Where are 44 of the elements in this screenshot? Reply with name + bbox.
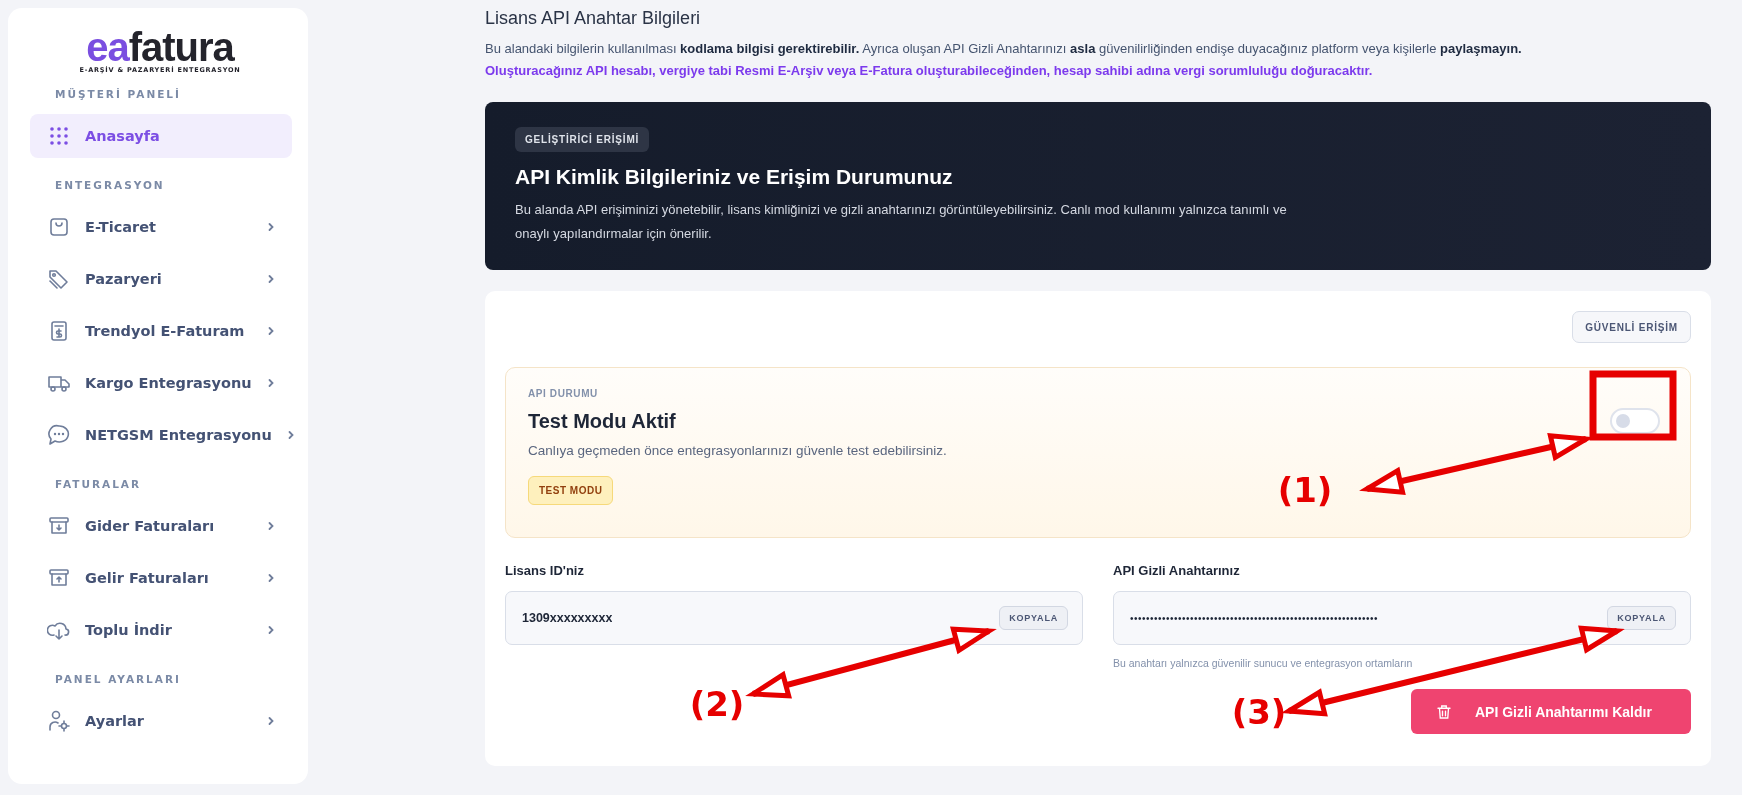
user-gear-icon bbox=[47, 709, 71, 733]
annotation-label: (2) bbox=[689, 684, 745, 724]
sidebar-item[interactable]: Trendyol E-Faturam bbox=[30, 309, 292, 353]
section-title: ENTEGRASYON bbox=[54, 179, 166, 191]
copy-button[interactable]: KOPYALA bbox=[1607, 606, 1676, 630]
chat-icon bbox=[47, 423, 71, 447]
secret-key-field[interactable]: •••••••••••••••••••••••••••••••••••••••••••••••••••••••••••••• KOPYALA bbox=[1113, 591, 1691, 645]
test-mode-badge: TEST MODU bbox=[528, 476, 614, 505]
field-hint: Bu anahtarı yalnızca güvenilir sunucu ve entegrasyon ortamların bbox=[1113, 657, 1414, 669]
sidebar-item[interactable]: Kargo Entegrasyonu bbox=[30, 361, 292, 405]
hero-description: Bu alanda API erişiminizi yönetebilir, lisans kimliğinizi ve gizli anahtarınızı görüntüleyebilirsiniz. Canlı mod kullanımı yalnızca tanımlı ve onaylı yapılandırmalar için önerilir. bbox=[515, 201, 1288, 243]
annotation-label: (1) bbox=[1277, 470, 1333, 510]
developer-badge: GELİŞTİRİCİ ERİŞİMİ bbox=[515, 127, 650, 152]
status-title: Test Modu Aktif bbox=[528, 410, 677, 433]
remove-key-button[interactable]: API Gizli Anahtarımı Kaldır bbox=[1411, 689, 1691, 734]
sidebar-item[interactable]: NETGSM Entegrasyonu bbox=[30, 413, 292, 457]
hero-title: API Kimlik Bilgileriniz ve Erişim Durumunuz bbox=[515, 165, 954, 189]
mode-toggle[interactable] bbox=[1610, 408, 1660, 434]
annotation-label: (3) bbox=[1231, 692, 1287, 732]
field-label: API Gizli Anahtarınız bbox=[1113, 563, 1241, 578]
license-id-field[interactable]: 1309xxxxxxxxx KOPYALA bbox=[505, 591, 1083, 645]
field-label: Lisans ID'niz bbox=[505, 563, 585, 578]
tag-icon bbox=[47, 267, 71, 291]
sidebar-item[interactable]: Pazaryeri bbox=[30, 257, 292, 301]
sidebar-item[interactable]: Toplu İndir bbox=[30, 608, 292, 652]
sidebar-item[interactable]: Ayarlar bbox=[30, 699, 292, 743]
copy-button[interactable]: KOPYALA bbox=[999, 606, 1068, 630]
section-title: FATURALAR bbox=[54, 478, 143, 490]
sidebar-item[interactable]: Gider Faturaları bbox=[30, 504, 292, 548]
section-title: PANEL AYARLARI bbox=[54, 673, 182, 685]
bag-icon bbox=[47, 215, 71, 239]
trash-icon bbox=[1435, 702, 1453, 721]
section-title: MÜŞTERİ PANELİ bbox=[54, 88, 182, 100]
warning-text: Oluşturacağınız API hesabı, vergiye tabi Resmi E-Arşiv veya E-Fatura oluşturabileceğinden, hesap sahibi adına vergi sorumluluğu doğuracaktır. bbox=[485, 62, 1374, 80]
intro-text: Bu alandaki bilgilerin kullanılması kodlama bilgisi gerektirebilir. Ayrıca oluşan API Gizli Anahtarınızı asla güvenilirliğinden endişe duyacağınız platform veya kişilerle paylaşmayın. bbox=[485, 40, 1523, 58]
grid-icon bbox=[47, 124, 71, 148]
status-description: Canlıya geçmeden önce entegrasyonlarınızı güvenle test edebilirsiniz. bbox=[528, 443, 947, 458]
sidebar-item[interactable]: Gelir Faturaları bbox=[30, 556, 292, 600]
page-title: Lisans API Anahtar Bilgileri bbox=[485, 8, 702, 29]
logo-wordmark: eafatura bbox=[86, 30, 234, 64]
sidebar-item[interactable]: Anasayfa bbox=[30, 114, 292, 158]
secure-access-button[interactable]: GÜVENLİ ERİŞİM bbox=[1572, 311, 1691, 343]
status-label: API DURUMU bbox=[528, 388, 599, 399]
sidebar-item[interactable]: E-Ticaret bbox=[30, 205, 292, 249]
